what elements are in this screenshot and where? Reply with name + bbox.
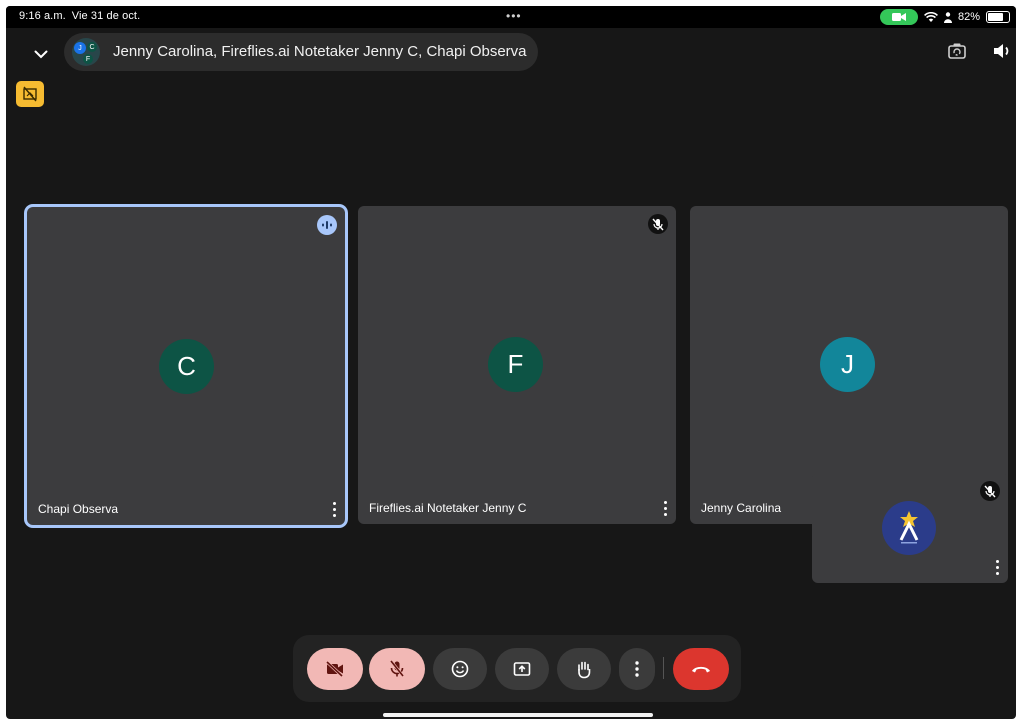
more-options-icon[interactable] bbox=[329, 500, 339, 518]
present-screen-icon bbox=[513, 662, 531, 676]
video-camera-icon bbox=[891, 13, 906, 21]
battery-percent: 82% bbox=[957, 11, 980, 23]
switch-camera-icon[interactable] bbox=[947, 42, 969, 62]
smiley-icon bbox=[451, 660, 469, 678]
video-off-icon bbox=[325, 661, 344, 677]
multitasking-dots-icon[interactable]: ••• bbox=[506, 9, 522, 23]
organization-logo bbox=[882, 501, 936, 555]
end-call-icon bbox=[692, 666, 710, 673]
microphone-toggle-button[interactable] bbox=[369, 648, 425, 690]
status-bar: 9:16 a.m. Vie 31 de oct. ••• 82% bbox=[6, 6, 1016, 28]
present-screen-button[interactable] bbox=[495, 648, 549, 690]
mic-off-icon bbox=[389, 660, 405, 677]
status-date: Vie 31 de oct. bbox=[71, 10, 141, 22]
participants-avatar-cluster: J C F bbox=[72, 38, 100, 66]
speaker-icon[interactable] bbox=[992, 42, 1014, 62]
poor-connection-badge[interactable] bbox=[16, 81, 44, 107]
no-video-quality-icon bbox=[23, 86, 37, 102]
participant-avatar: J bbox=[820, 337, 875, 392]
person-icon bbox=[943, 11, 952, 23]
more-options-icon[interactable] bbox=[660, 499, 670, 517]
more-vertical-icon bbox=[635, 661, 639, 677]
avatar-mini: C bbox=[87, 42, 97, 52]
speaking-indicator-icon bbox=[317, 215, 337, 235]
more-options-button[interactable] bbox=[619, 648, 655, 690]
hand-icon bbox=[578, 661, 591, 678]
status-time: 9:16 a.m. bbox=[19, 10, 66, 22]
camera-in-use-indicator bbox=[879, 9, 918, 25]
avatar-mini: J bbox=[74, 42, 86, 54]
participant-name: Jenny Carolina bbox=[701, 501, 782, 515]
participant-avatar: F bbox=[488, 337, 543, 392]
participant-name: Fireflies.ai Notetaker Jenny C bbox=[369, 501, 527, 515]
wifi-icon bbox=[924, 11, 938, 22]
self-view-tile[interactable] bbox=[812, 473, 1008, 583]
reactions-button[interactable] bbox=[433, 648, 487, 690]
participant-name: Chapi Observa bbox=[38, 502, 119, 516]
camera-toggle-button[interactable] bbox=[307, 648, 363, 690]
participant-avatar: C bbox=[159, 339, 214, 394]
participant-tile[interactable]: C Chapi Observa bbox=[27, 207, 345, 525]
avatar-mini: F bbox=[83, 54, 93, 64]
mic-muted-icon bbox=[980, 481, 1000, 501]
home-indicator[interactable] bbox=[383, 713, 653, 717]
battery-icon bbox=[986, 11, 1010, 23]
call-controls-bar bbox=[293, 635, 741, 702]
raise-hand-button[interactable] bbox=[557, 648, 611, 690]
meeting-title-pill[interactable]: J C F Jenny Carolina, Fireflies.ai Notet… bbox=[64, 33, 538, 71]
meet-screen: 9:16 a.m. Vie 31 de oct. ••• 82% J C F Je… bbox=[6, 6, 1016, 719]
mic-muted-icon bbox=[648, 214, 668, 234]
participant-tile[interactable]: F Fireflies.ai Notetaker Jenny C bbox=[358, 206, 676, 524]
battery-fill bbox=[988, 13, 1003, 21]
leave-call-button[interactable] bbox=[673, 648, 729, 690]
collapse-chevron-icon[interactable] bbox=[30, 43, 52, 65]
controls-divider bbox=[663, 657, 664, 679]
more-options-icon[interactable] bbox=[992, 558, 1002, 576]
meeting-title: Jenny Carolina, Fireflies.ai Notetaker J… bbox=[113, 43, 527, 60]
